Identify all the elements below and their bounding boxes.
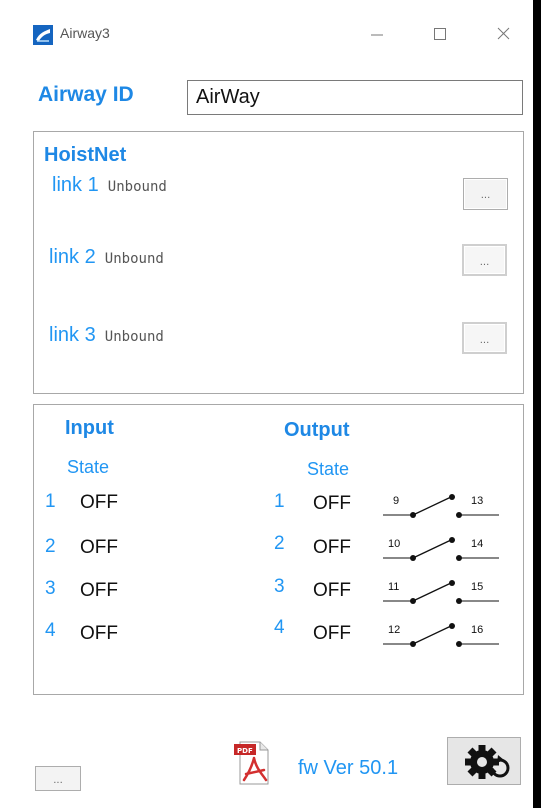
airway-id-label: Airway ID	[38, 83, 134, 106]
firmware-version: fw Ver 50.1	[298, 757, 398, 780]
close-button[interactable]	[483, 20, 523, 48]
output-1-state[interactable]: OFF	[313, 493, 351, 515]
relay-2-icon: 10 14	[383, 537, 499, 561]
relay-4-pin-a: 12	[388, 624, 400, 636]
output-state-header: State	[307, 459, 350, 479]
link-3-status: Unbound	[104, 329, 164, 345]
link-row-3: link 3 Unbound	[49, 324, 164, 354]
output-3-number: 3	[274, 576, 285, 597]
svg-text:PDF: PDF	[237, 747, 253, 755]
output-1-number: 1	[274, 491, 285, 512]
relay-1-pin-b: 13	[471, 495, 483, 507]
relay-1-icon: 9 13	[383, 494, 499, 518]
output-2-number: 2	[274, 533, 285, 554]
maximize-icon	[434, 28, 446, 40]
output-4-number: 4	[274, 617, 285, 638]
relay-1-pin-a: 9	[393, 495, 399, 507]
input-4-state: OFF	[80, 623, 118, 644]
input-1-state: OFF	[80, 492, 118, 513]
relay-4-icon: 12 16	[383, 623, 499, 647]
output-4-state[interactable]: OFF	[313, 623, 351, 645]
link-3-button[interactable]: ...	[462, 322, 507, 354]
firmware-version-value: 50.1	[359, 757, 399, 779]
input-3-state: OFF	[80, 580, 118, 601]
link-row-2: link 2 Unbound	[49, 246, 164, 276]
input-1-number: 1	[45, 491, 56, 512]
output-2-state[interactable]: OFF	[313, 537, 351, 559]
relay-4-pin-b: 16	[471, 624, 483, 636]
relay-3-pin-b: 15	[471, 581, 483, 593]
link-1-label[interactable]: link 1	[52, 174, 99, 196]
airway-id-input[interactable]: AirWay	[187, 80, 523, 115]
close-icon	[497, 27, 510, 40]
output-title: Output	[284, 419, 350, 441]
settings-refresh-button[interactable]	[447, 737, 521, 785]
link-2-label[interactable]: link 2	[49, 246, 96, 268]
gear-refresh-icon	[465, 745, 510, 779]
link-1-button[interactable]: ...	[463, 178, 508, 210]
app-window: Airway3 Airway ID AirWay HoistNet link 1…	[0, 0, 541, 808]
link-row-1: link 1 Unbound	[52, 174, 167, 204]
output-3-state[interactable]: OFF	[313, 580, 351, 602]
input-state-header: State	[67, 457, 110, 477]
relay-2-pin-a: 10	[388, 538, 400, 550]
minimize-icon	[371, 34, 383, 36]
title-bar[interactable]: Airway3	[0, 0, 533, 70]
hoistnet-title: HoistNet	[44, 144, 127, 166]
relay-3-icon: 11 15	[383, 580, 499, 604]
io-group: Input State Output State 1 OFF 2 OFF 3 O…	[33, 404, 524, 695]
minimize-button[interactable]	[357, 20, 397, 48]
link-2-status: Unbound	[104, 251, 164, 267]
link-2-button[interactable]: ...	[462, 244, 507, 276]
hoistnet-group: HoistNet link 1 Unbound ... link 2 Unbou…	[33, 131, 524, 394]
input-3-number: 3	[45, 578, 56, 599]
airway-app-icon	[33, 25, 53, 45]
bottom-options-button[interactable]: ...	[35, 766, 81, 791]
input-4-number: 4	[45, 620, 56, 641]
link-3-label[interactable]: link 3	[49, 324, 96, 346]
link-1-status: Unbound	[107, 179, 167, 195]
input-title: Input	[65, 417, 114, 439]
input-2-number: 2	[45, 536, 56, 557]
maximize-button[interactable]	[421, 20, 461, 48]
input-2-state: OFF	[80, 537, 118, 558]
pdf-icon[interactable]: PDF	[234, 740, 272, 786]
relay-2-pin-b: 14	[471, 538, 483, 550]
window-title: Airway3	[60, 25, 110, 41]
firmware-version-label: fw Ver	[298, 757, 354, 779]
relay-3-pin-a: 11	[388, 581, 399, 593]
